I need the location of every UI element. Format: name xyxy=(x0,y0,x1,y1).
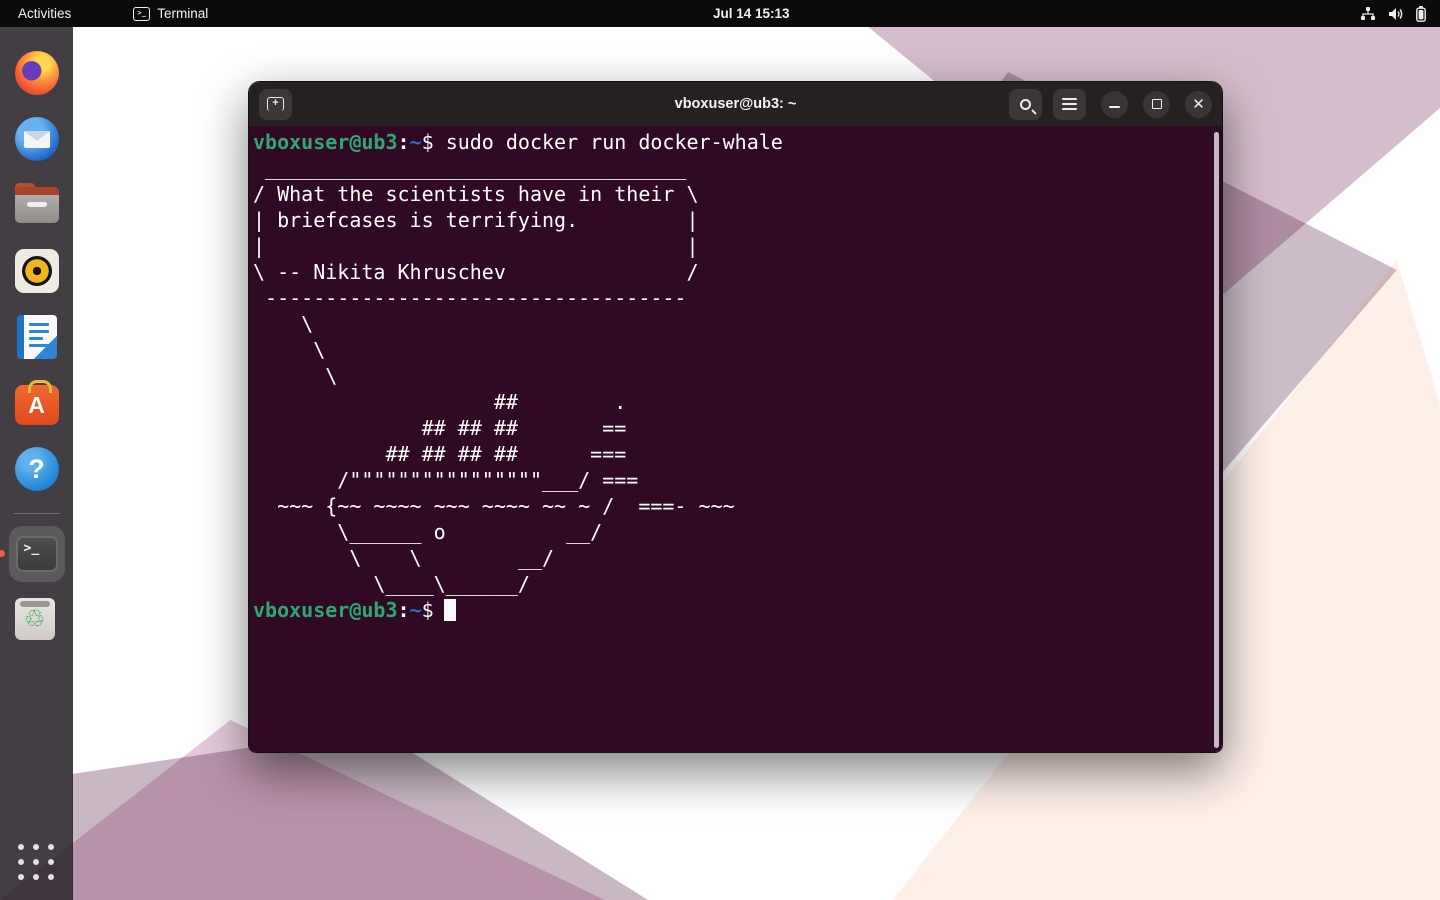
new-tab-button[interactable]: + xyxy=(259,89,292,120)
minimize-button[interactable] xyxy=(1101,91,1128,118)
maximize-icon xyxy=(1152,99,1162,109)
clock[interactable]: Jul 14 15:13 xyxy=(713,0,790,27)
dock-item-ubuntu-software[interactable]: A xyxy=(15,381,59,425)
trash-icon: ♲ xyxy=(15,598,55,640)
dock-item-thunderbird[interactable] xyxy=(15,117,59,161)
top-bar: Activities >_ Terminal Jul 14 15:13 xyxy=(0,0,1440,27)
focused-app-name: Terminal xyxy=(157,6,208,21)
dock-item-help[interactable]: ? xyxy=(15,447,59,491)
volume-icon[interactable] xyxy=(1388,7,1404,21)
menu-button[interactable] xyxy=(1053,89,1086,120)
system-status-area[interactable] xyxy=(1360,0,1426,27)
battery-icon[interactable] xyxy=(1416,6,1426,22)
terminal-window: + vboxuser@ub3: ~ ✕ vboxuser@ub3:~$ sudo… xyxy=(248,81,1223,753)
dock-separator xyxy=(14,513,60,514)
dock-item-rhythmbox[interactable] xyxy=(15,249,59,293)
command-value: sudo docker run docker-whale xyxy=(446,130,783,154)
terminal-app-icon: >_ xyxy=(16,536,58,572)
new-tab-icon: + xyxy=(267,97,284,111)
dock-item-libreoffice-writer[interactable] xyxy=(15,315,59,359)
prompt-path: ~ xyxy=(410,130,422,154)
search-icon xyxy=(1020,99,1031,110)
text-cursor xyxy=(444,599,456,621)
ubuntu-software-icon: A xyxy=(15,385,59,425)
firefox-icon xyxy=(15,51,59,95)
terminal-icon: >_ xyxy=(133,7,150,21)
focused-app-menu[interactable]: >_ Terminal xyxy=(133,0,208,27)
terminal-scrollbar[interactable] xyxy=(1214,132,1219,748)
files-icon xyxy=(15,187,59,223)
help-icon: ? xyxy=(15,447,59,491)
hamburger-menu-icon xyxy=(1062,103,1077,105)
software-letter: A xyxy=(28,392,45,419)
command-line: vboxuser@ub3:~$ sudo docker run docker-w… xyxy=(253,129,1216,155)
rhythmbox-icon xyxy=(15,249,59,293)
dock-item-trash[interactable]: ♲ xyxy=(15,598,59,642)
terminal-content-area[interactable]: vboxuser@ub3:~$ sudo docker run docker-w… xyxy=(249,126,1222,753)
thunderbird-icon xyxy=(15,117,59,161)
terminal-titlebar[interactable]: + vboxuser@ub3: ~ ✕ xyxy=(249,82,1222,126)
dock: A ? >_ ♲ xyxy=(0,27,73,900)
network-icon[interactable] xyxy=(1360,7,1376,21)
activities-button[interactable]: Activities xyxy=(0,0,89,27)
recycle-glyph: ♲ xyxy=(24,605,46,633)
command-text xyxy=(434,130,446,154)
libreoffice-writer-icon xyxy=(17,315,57,359)
whalesay-output: ___________________________________ / Wh… xyxy=(253,155,1216,597)
show-applications-button[interactable] xyxy=(18,844,56,882)
help-question-mark: ? xyxy=(28,454,45,485)
prompt-user-host: vboxuser@ub3 xyxy=(253,130,398,154)
maximize-button[interactable] xyxy=(1143,91,1170,118)
current-prompt-line: vboxuser@ub3:~$ xyxy=(253,597,1216,623)
running-indicator-dot xyxy=(0,550,5,557)
search-button[interactable] xyxy=(1009,89,1042,120)
dock-item-files[interactable] xyxy=(15,183,59,227)
close-icon: ✕ xyxy=(1192,95,1205,113)
close-button[interactable]: ✕ xyxy=(1185,91,1212,118)
minimize-icon xyxy=(1109,106,1120,108)
dock-item-firefox[interactable] xyxy=(15,51,59,95)
dock-item-terminal-active[interactable]: >_ xyxy=(9,526,65,582)
